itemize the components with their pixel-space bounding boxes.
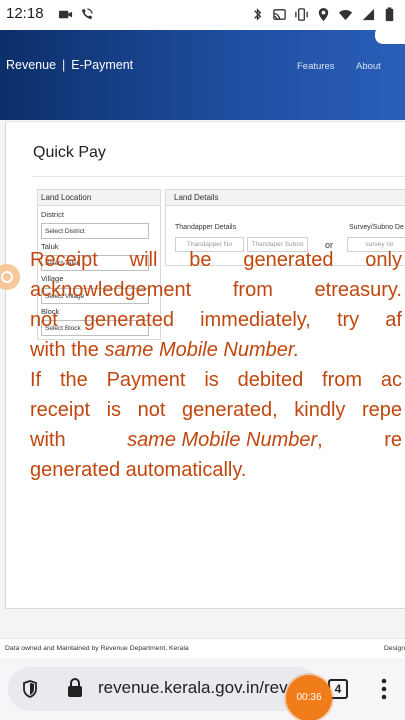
notice-word: is [106,399,122,421]
assist-icon [1,271,13,283]
brand-revenue: Revenue [6,58,57,72]
district-label: District [41,210,64,219]
notice-word: not [30,309,58,331]
wifi-icon [338,9,353,21]
status-bar: 12:18 [0,0,405,30]
notice-word: debited [237,369,304,391]
land-details-heading: Land Details [166,190,405,206]
title-divider [33,176,405,177]
notice-word: will [129,249,158,271]
site-header: Revenue | E-Payment Features About [0,26,405,120]
notice-word: etreasury. [314,279,402,301]
notice-text: , [317,429,323,451]
brand-epayment: E-Payment [71,58,134,72]
notice-text: with [30,429,66,451]
nav-about-link[interactable]: About [356,61,381,72]
tracking-shield-icon[interactable] [22,680,38,698]
footer-credit: Data owned and Maintained by Revenue Dep… [5,645,189,652]
notice-emphasis-group: same Mobile Number, [127,425,323,455]
url-text[interactable]: revenue.kerala.gov.in/rev [98,678,298,698]
notice-word: be [189,249,212,271]
battery-icon [385,7,394,22]
notice-line-6: receipt is not generated, kindly repe [30,395,402,425]
notice-emphasis: same Mobile Number [127,429,318,451]
browser-toolbar: revenue.kerala.gov.in/rev 4 [0,658,405,720]
notice-line-3: not generated immediately, try af [30,305,402,335]
video-camera-icon [58,10,73,19]
notice-word: from [322,369,363,391]
nav-features-link[interactable]: Features [297,61,335,72]
notice-word: If [30,369,42,391]
notice-emphasis: same Mobile Number. [104,339,300,361]
notice-word: not [137,399,166,421]
survey-subno-label: Survey/Subno De [349,224,404,231]
notice-word: from [232,279,273,301]
signal-icon [362,8,375,21]
notice-word: receipt [30,399,91,421]
notice-word: acknowledgement [30,279,192,301]
notice-text: generated automatically. [30,459,247,481]
vibrate-icon [295,8,308,21]
notice-text: re [384,429,402,451]
page-title: Quick Pay [33,144,106,161]
notice-word: af [385,309,402,331]
footer-design: Design [383,645,405,652]
notice-text: with the [30,339,105,361]
notice-line-7: with same Mobile Number, re [30,425,402,455]
brand[interactable]: Revenue | E-Payment [6,58,133,72]
notice-word: the [59,369,88,391]
land-location-heading: Land Location [38,190,160,206]
phone-wifi-icon [81,8,93,20]
header-pill [375,26,405,44]
notice-word: try [336,309,360,331]
location-icon [318,7,329,22]
thandapper-details-label: Thandapper Details [175,224,237,231]
notice-word: kindly [294,399,346,421]
notice-line-8: generated automatically. [30,455,402,485]
notice-line-1: Receipt will be generated only [30,245,402,275]
notice-word: immediately, [200,309,311,331]
notice-word: repe [361,399,402,421]
notice-word: ac [380,369,402,391]
notice-word: Receipt [30,249,98,271]
cast-icon [273,9,286,20]
district-select[interactable]: Select District [41,223,149,239]
notice-word: is [204,369,219,391]
notice-line-5: If the Payment is debited from ac [30,365,402,395]
payment-notice: Receipt will be generated only acknowledgemen… [30,245,402,485]
lock-icon[interactable] [66,678,84,698]
notice-word: generated [83,309,174,331]
site-footer: Data owned and Maintained by Revenue Dep… [0,638,405,658]
notice-line-2: acknowledgement from etreasury. [30,275,402,305]
notice-word: only [365,249,402,271]
notice-word: generated, [182,399,278,421]
brand-separator: | [62,58,66,72]
bluetooth-icon [254,8,262,21]
status-time: 12:18 [6,5,44,22]
notice-word: Payment [106,369,186,391]
notice-line-4: with the same Mobile Number. [30,335,402,365]
more-menu-icon[interactable] [381,678,387,700]
screen-recorder-timer[interactable]: 00:36 [286,675,332,720]
notice-word: generated [243,249,334,271]
